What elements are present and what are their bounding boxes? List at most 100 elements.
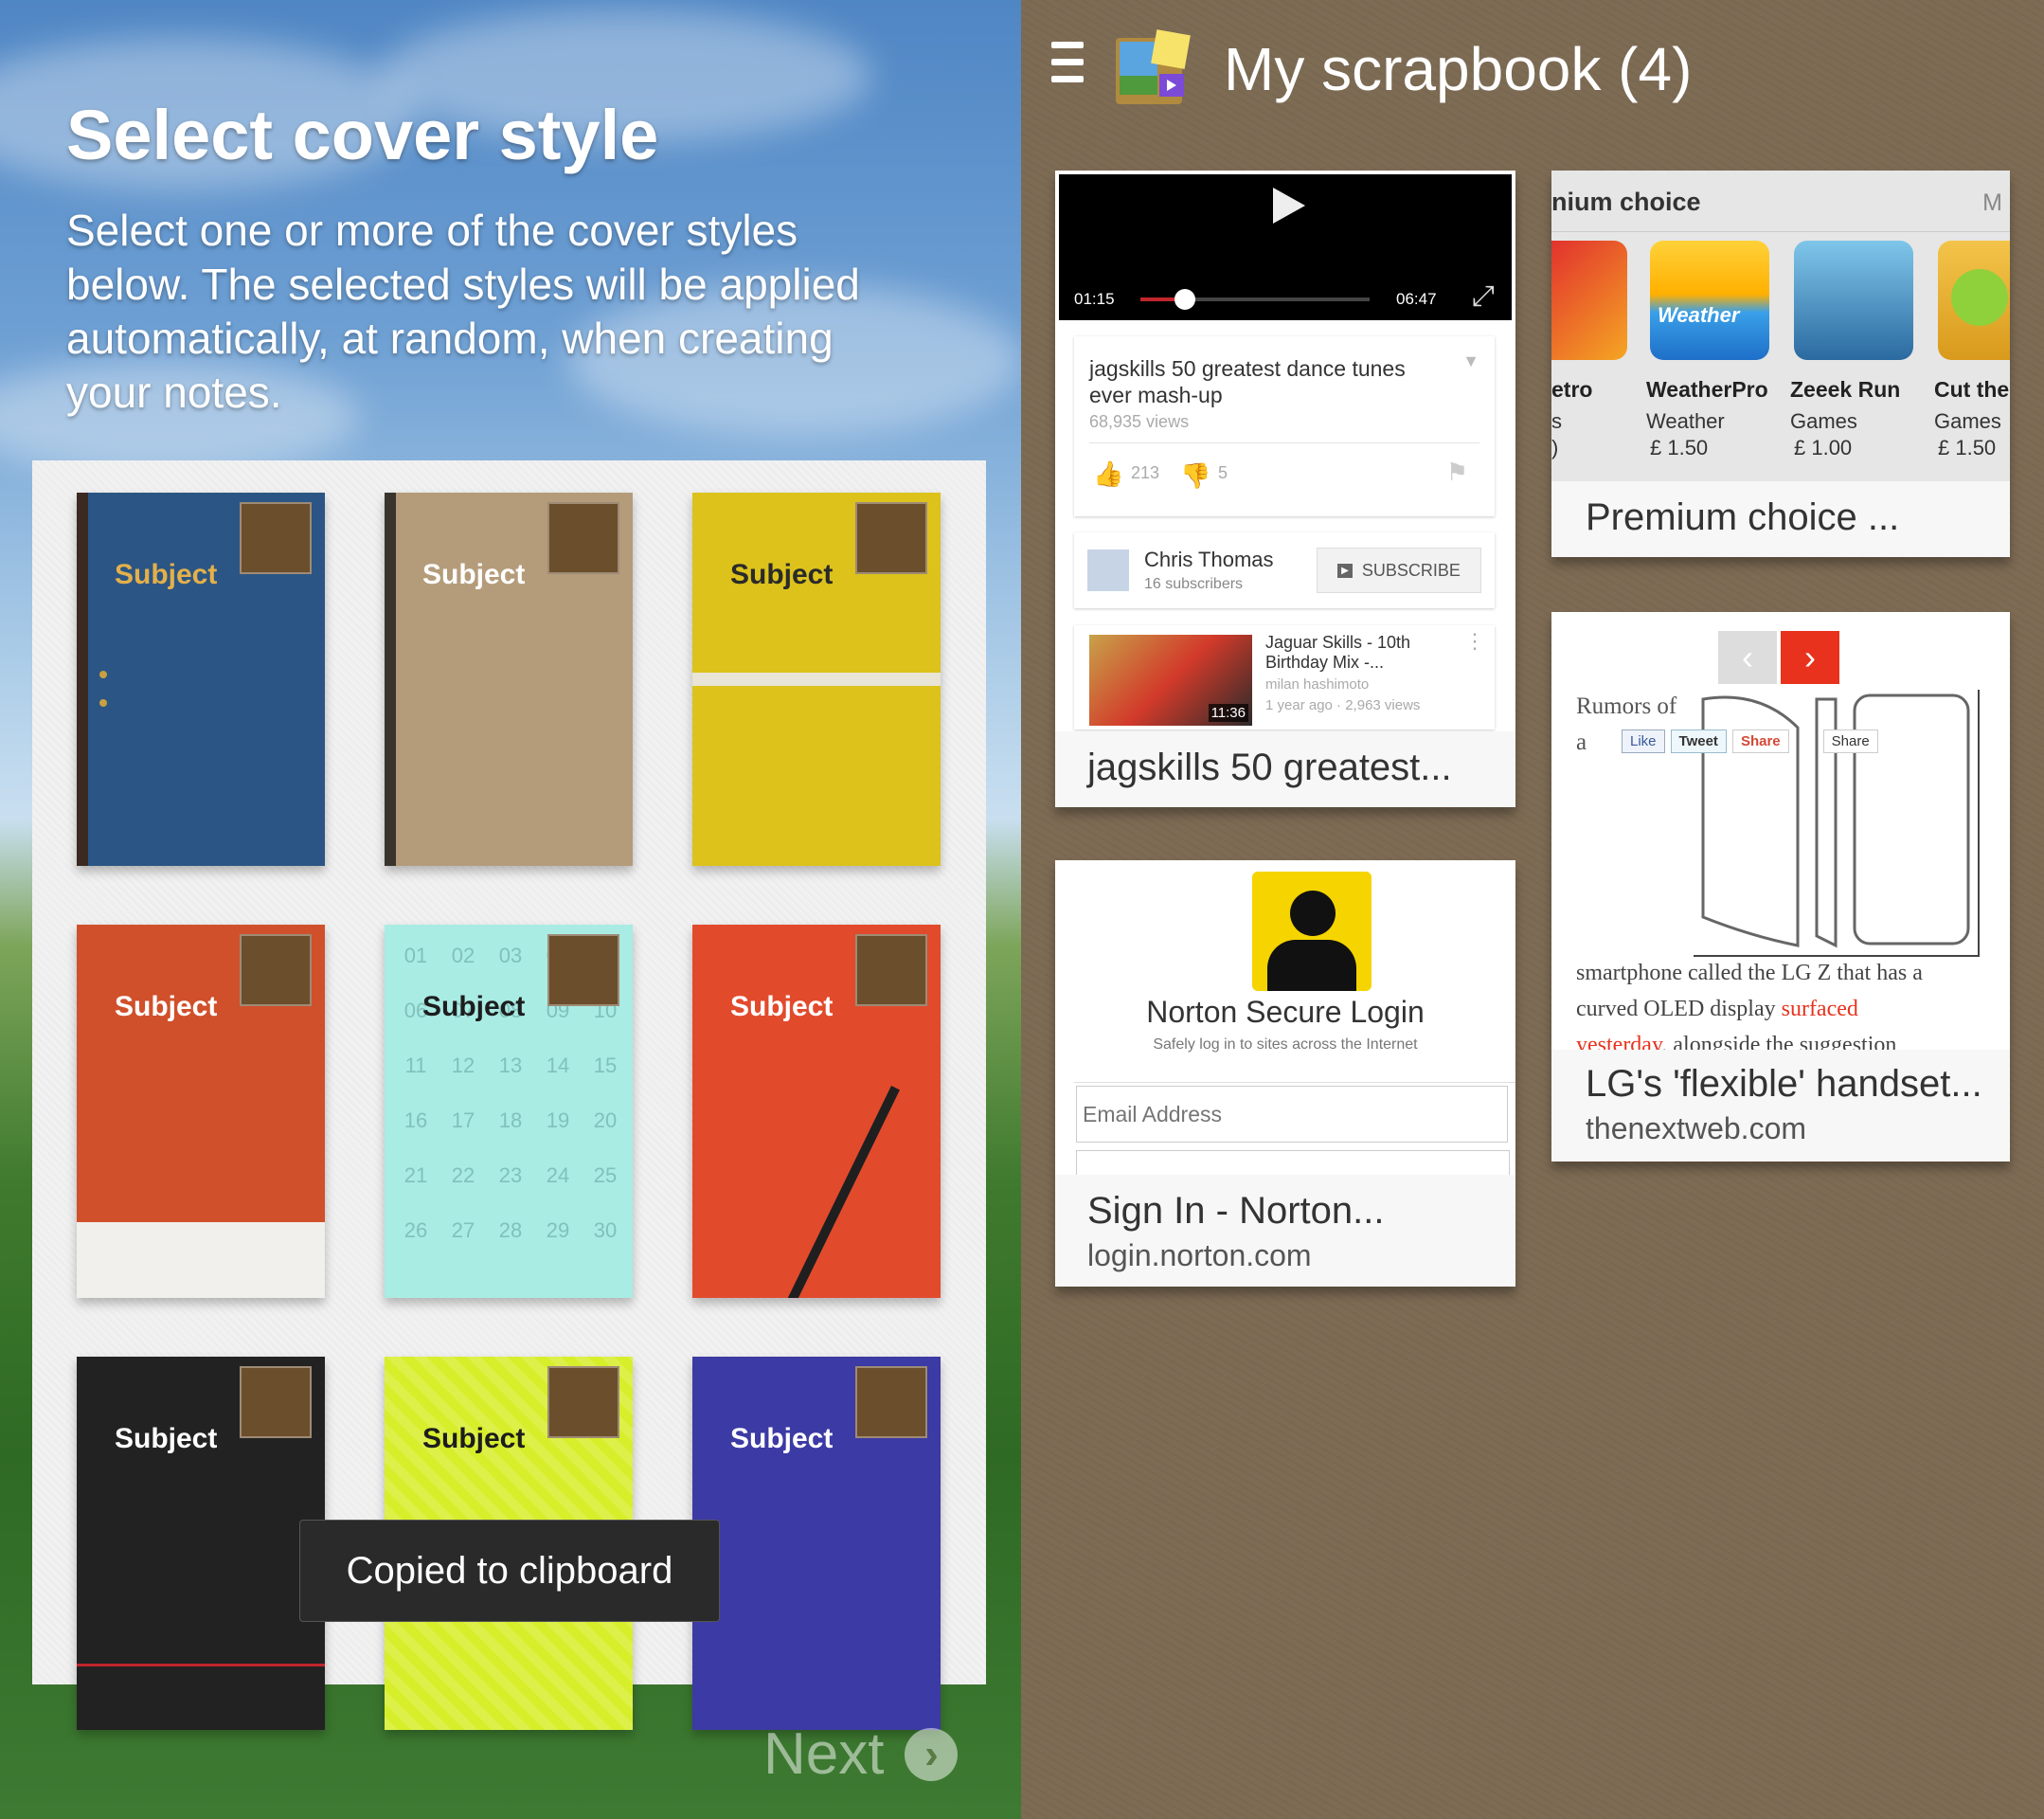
video-player[interactable]: 01:15 06:47 ⤢ [1059,174,1512,320]
subscribe-button[interactable]: ▶ SUBSCRIBE [1317,548,1481,593]
cover-label: Subject [422,1423,526,1454]
cover-label: Subject [115,991,218,1022]
subscriber-count: 16 subscribers [1144,576,1244,592]
cover-grid: Subject Subject Subject Subject 01020304… [32,460,986,1730]
cover-label: Subject [730,991,834,1022]
next-label: Next [763,1721,885,1787]
share-bar: Like Tweet Share Share [1622,729,1878,753]
scrap-card-norton[interactable]: Norton Secure Login Safely log in to sit… [1055,860,1515,1287]
thumbs-up-icon[interactable]: 👍 [1093,459,1123,489]
article-text-a: Rumors of [1576,693,1677,719]
seek-bar[interactable] [1140,289,1370,310]
scrap-card-premium[interactable]: nium choice M Weather etro s ) Weather Pr… [1551,171,2010,557]
weatherpro-icon[interactable]: Weather [1650,241,1769,360]
card-caption: jagskills 50 greatest... [1055,731,1515,807]
card-title: jagskills 50 greatest... [1087,747,1452,788]
card-caption: Premium choice ... [1551,481,2010,557]
video-title: jagskills 50 greatest dance tunes ever m… [1089,356,1406,407]
cover-label: Subject [422,559,526,590]
cover-label: Subject [422,991,526,1022]
menu-icon[interactable] [1051,42,1084,93]
card-title: LG's 'flexible' handset... [1586,1063,1982,1105]
norton-subheading: Safely log in to sites across the Intern… [1153,1036,1418,1053]
related-title: Jaguar Skills - 10th Birthday Mix -... [1265,633,1411,672]
scrapbook-app-icon [1112,28,1192,108]
related-video[interactable]: 11:36 Jaguar Skills - 10th Birthday Mix … [1074,625,1495,729]
cover-label: Subject [115,559,218,590]
dislikes-count: 5 [1218,463,1228,482]
cover-label: Subject [115,1423,218,1454]
card-title: Sign In - Norton... [1087,1190,1385,1232]
seek-handle[interactable] [1174,289,1195,310]
app-icon[interactable] [1551,241,1627,360]
calendar-number: 19 [546,1108,570,1132]
app-price: £ 1.50 [1650,436,1709,459]
calendar-number: 03 [498,944,523,967]
cover-option-red[interactable]: Subject [692,925,941,1298]
app-category: Games [1934,409,2001,433]
calendar-number: 27 [451,1218,475,1242]
email-field[interactable] [1076,1086,1508,1143]
cover-option-calendar[interactable]: 0102030405060708091011121314151617181920… [385,925,633,1298]
tweet-button[interactable]: Tweet [1670,729,1727,753]
app-price: £ 1.50 [1938,436,1997,459]
premium-header-right: M [1982,189,2002,216]
zeeek-run-icon[interactable] [1794,241,1913,360]
next-button[interactable]: Next › [763,1720,959,1788]
cover-option-indigo[interactable]: Subject [692,1357,941,1730]
flag-icon[interactable]: ⚑ [1446,458,1468,487]
calendar-number: 16 [403,1108,428,1132]
calendar-number: 01 [403,944,428,967]
premium-header: nium choice [1551,188,1701,216]
calendar-number: 11 [404,1054,427,1077]
related-author: milan hashimoto [1265,676,1370,693]
scrap-card-video[interactable]: 01:15 06:47 ⤢ jagskills 50 greatest danc… [1055,171,1515,807]
cover-option-kraft[interactable]: Subject [385,493,633,866]
toast-message: Copied to clipboard [299,1520,720,1622]
app-category: Weather [1646,409,1725,433]
chevron-right-icon: › [905,1727,959,1781]
page-description: Select one or more of the cover styles b… [66,206,860,417]
cover-label: Subject [730,1423,834,1454]
calendar-number: 26 [403,1218,428,1242]
thumbs-down-icon[interactable]: 👎 [1180,461,1210,491]
avatar [1087,549,1129,591]
prev-button[interactable]: ‹ [1718,631,1777,684]
app-name: etro [1551,377,1593,402]
scrap-card-article[interactable]: ‹ › Rumors of a Like Tweet Share Share s… [1551,612,2010,1162]
google-share-button[interactable]: Share [1731,729,1789,753]
cover-style-screen: Select cover style Select one or more of… [0,0,1021,1819]
related-thumbnail: 11:36 [1089,635,1252,726]
cover-option-yellow[interactable]: Subject [692,493,941,866]
app-price: ) [1551,436,1559,459]
scrapbook-title: My scrapbook (4) [1224,35,1693,103]
facebook-like-button[interactable]: Like [1622,729,1665,753]
cover-label: Subject [730,559,834,590]
calendar-number: 30 [593,1218,618,1242]
calendar-number: 28 [498,1218,523,1242]
cover-option-black[interactable]: Subject [77,1357,325,1730]
fullscreen-icon[interactable]: ⤢ [1472,280,1495,313]
card-url: thenextweb.com [1586,1111,1807,1145]
chevron-down-icon[interactable]: ▼ [1462,351,1479,371]
article-link[interactable]: surfaced [1782,997,1858,1021]
norton-user-icon [1252,872,1372,991]
next-arrow-button[interactable]: › [1781,631,1839,684]
cover-option-blue[interactable]: Subject [77,493,325,866]
related-meta: 1 year ago · 2,963 views [1265,697,1421,713]
calendar-number: 18 [498,1108,523,1132]
calendar-number: 17 [451,1108,475,1132]
more-icon[interactable]: ⋮ [1464,629,1485,654]
likes-count: 213 [1131,463,1160,482]
related-duration: 11:36 [1208,704,1248,722]
play-icon[interactable] [1269,186,1309,225]
cover-option-orange[interactable]: Subject [77,925,325,1298]
linkedin-share-button[interactable]: Share [1822,729,1878,753]
cut-the-rope-icon[interactable] [1938,241,2010,360]
calendar-number: 24 [546,1163,570,1187]
app-category: s [1551,409,1562,433]
card-url: login.norton.com [1087,1238,1312,1272]
calendar-number: 12 [451,1054,475,1077]
channel-name: Chris Thomas [1144,548,1274,571]
calendar-number: 20 [593,1108,618,1132]
